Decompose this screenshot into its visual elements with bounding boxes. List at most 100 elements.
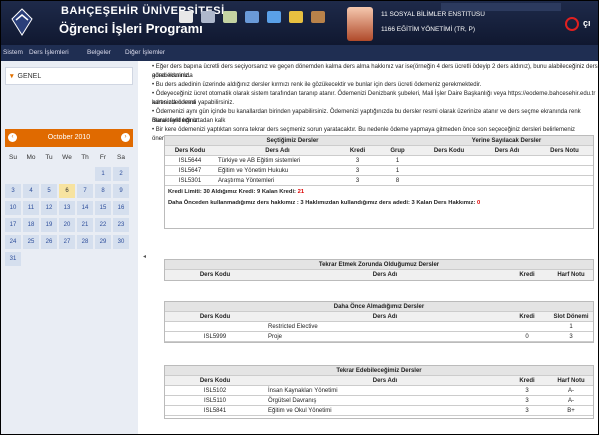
calendar-day[interactable]: 6 [59, 184, 75, 198]
table-cell: 3 [525, 408, 529, 414]
calendar-day[interactable]: 7 [77, 184, 93, 198]
credit-limit-label: Kredi Limiti: 30 Aldığımız Kredi: 9 Kala… [168, 189, 298, 195]
table-cell [536, 156, 593, 166]
calendar-day[interactable]: 8 [95, 184, 111, 198]
menu-item-sistem[interactable]: Sistem [3, 49, 23, 56]
calendar-day[interactable]: 21 [77, 218, 93, 232]
col-slot-donemi: Slot Dönemi [553, 314, 589, 320]
menu-item-diger-islemler[interactable]: Diğer İşlemler [125, 49, 165, 56]
table-header-row: Ders Kodu Ders Adı Kredi Harf Notu [165, 270, 593, 280]
calendar-day[interactable]: 4 [23, 184, 39, 198]
calendar-day[interactable]: 25 [23, 235, 39, 249]
repeat-title: Tekrar Etmek Zorunda Olduğumuz Dersler [318, 262, 440, 268]
next-month-icon[interactable]: › [121, 133, 130, 142]
bullet-line: Bunu teyid ediniz. [152, 117, 598, 126]
col-ders-adi: Ders Adı [265, 148, 290, 154]
calendar-dow: Sa [117, 154, 125, 161]
table-cell: ISL5841 [203, 408, 227, 414]
table-cell: Proje [268, 334, 283, 340]
calendar-day[interactable]: 27 [59, 235, 75, 249]
bullet-text: görecekksiniz. [152, 73, 191, 79]
calendar-day[interactable]: 18 [23, 218, 39, 232]
calendar-day[interactable]: 13 [59, 201, 75, 215]
calendar-day[interactable]: 12 [41, 201, 57, 215]
exit-label[interactable]: çı [583, 18, 591, 28]
system-title: Öğrenci İşleri Programı [59, 21, 203, 36]
selected-title: Seçtiğimiz Dersler [266, 138, 319, 144]
table-cell: 3 [569, 334, 573, 340]
header: BAHÇEŞEHİR ÜNİVERSİTESİ Öğrenci İşleri P… [1, 1, 598, 45]
table-row: ISL5110 Örgütsel Davranış 3 A- [165, 396, 593, 406]
table-cell: 0 [525, 334, 529, 340]
sidebar-item-genel[interactable]: ▾ GENEL [5, 67, 133, 85]
col-harf-notu: Harf Notu [557, 272, 585, 278]
table-cell: 3 [355, 168, 360, 174]
calendar-day[interactable]: 17 [5, 218, 21, 232]
table-cell [420, 176, 478, 186]
calendar-day[interactable]: 11 [23, 201, 39, 215]
star-icon[interactable] [289, 11, 303, 23]
calendar-day[interactable]: 29 [95, 235, 111, 249]
menu-item-ders-islemleri[interactable]: Ders İşlemleri [29, 49, 69, 56]
calendar-day[interactable]: 24 [5, 235, 21, 249]
folder-icon[interactable] [311, 11, 325, 23]
table-cell: 1 [395, 168, 400, 174]
menu-item-belgeler[interactable]: Belgeler [87, 49, 111, 56]
collapse-arrow-icon[interactable]: ◂ [143, 253, 146, 260]
calendar-day[interactable]: 14 [77, 201, 93, 215]
prev-month-icon[interactable]: ‹ [8, 133, 17, 142]
rights-text: Daha Önceden kullanmadığımız ders hakkım… [165, 198, 593, 208]
main-content: • Eğer ders bapına ücretli ders seçiyors… [148, 63, 598, 433]
calendar-day[interactable]: 26 [41, 235, 57, 249]
institute-name: 11 SOSYAL BİLİMLER ENSTİTÜSÜ [381, 11, 485, 18]
table-cell: Eğitim ve Okul Yönetimi [268, 408, 332, 414]
calendar-day[interactable]: 20 [59, 218, 75, 232]
calendar-day[interactable]: 23 [113, 218, 129, 232]
repeat-required-table: Tekrar Etmek Zorunda Olduğumuz Dersler D… [164, 259, 594, 281]
calendar-day[interactable]: 5 [41, 184, 57, 198]
calendar-day[interactable]: 9 [113, 184, 129, 198]
col-ders-kodu: Ders Kodu [199, 314, 231, 320]
home-icon[interactable] [179, 11, 193, 23]
table-cell: İnsan Kaynakları Yönetimi [268, 388, 338, 394]
calendar-day[interactable]: 1 [95, 167, 111, 181]
remaining-rights: 0 [476, 200, 481, 206]
repeatable-table: Tekrar Edebileceğimiz Dersler Ders Kodu … [164, 365, 594, 419]
calendar-day[interactable]: 3 [5, 184, 21, 198]
selected-courses-table: Seçtiğimiz Dersler Yerine Sayılacak Ders… [164, 135, 594, 229]
calendar-day[interactable]: 2 [113, 167, 129, 181]
calendar-day[interactable]: 28 [77, 235, 93, 249]
calendar-day[interactable]: 15 [95, 201, 111, 215]
col-grup: Grup [390, 148, 405, 154]
bullet-line: görecekksiniz. [152, 72, 598, 81]
table-cell [478, 176, 536, 186]
people-icon[interactable] [223, 11, 237, 23]
table-cell: B+ [567, 408, 575, 414]
calendar: October 2010 ‹ › Su Mo Tu We Th Fr Sa 1 2 3 4 5 6 7 8 9… [5, 129, 133, 266]
calendar-day[interactable]: 22 [95, 218, 111, 232]
user-info-bar [441, 3, 561, 11]
col-alt-ders-adi: Ders Adı [494, 148, 520, 154]
calendar-day[interactable]: 10 [5, 201, 21, 215]
calendar-day[interactable]: 30 [113, 235, 129, 249]
bullet-text: Bu ders adedinin üzerinde aldığınız ders… [155, 82, 482, 88]
table-row: Restricted Elective 1 [165, 322, 593, 332]
mail-icon[interactable] [201, 11, 215, 23]
table-cell: Örgütsel Davranış [268, 398, 317, 404]
sidebar-item-label: GENEL [17, 73, 42, 80]
avatar [347, 7, 373, 41]
table-cell [478, 166, 536, 176]
rights-row: Daha Önceden kullanmadığımız ders hakkım… [165, 198, 593, 208]
table-row: ISL5102 İnsan Kaynakları Yönetimi 3 A- [165, 386, 593, 396]
chat-icon[interactable] [245, 11, 259, 23]
calendar-day[interactable]: 19 [41, 218, 57, 232]
power-icon[interactable] [565, 17, 579, 31]
table-cell: 3 [355, 178, 360, 184]
table-title-row: Tekrar Edebileceğimiz Dersler [165, 366, 593, 376]
calendar-day[interactable]: 31 [5, 252, 21, 266]
app-window: BAHÇEŞEHİR ÜNİVERSİTESİ Öğrenci İşleri P… [0, 0, 599, 435]
message-icon[interactable] [267, 11, 281, 23]
calendar-day[interactable]: 16 [113, 201, 129, 215]
calendar-dow: Fr [99, 154, 107, 161]
table-cell: 1 [395, 158, 400, 164]
